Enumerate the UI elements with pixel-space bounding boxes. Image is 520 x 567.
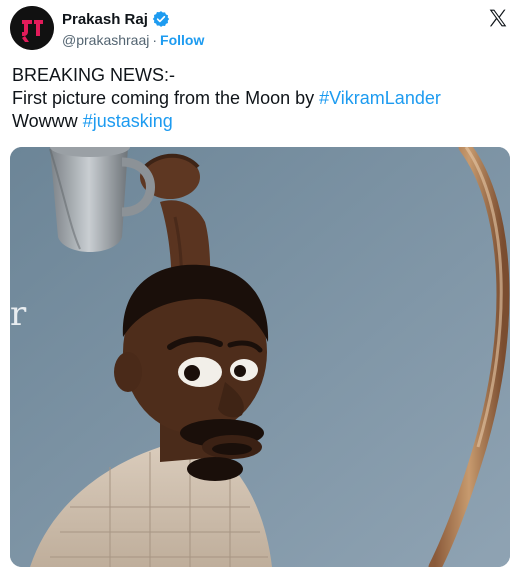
follow-button[interactable]: Follow (160, 32, 204, 48)
tweet-text: BREAKING NEWS:- First picture coming fro… (12, 64, 508, 133)
avatar[interactable] (10, 6, 54, 50)
tweet-header: Prakash Raj @prakashraaj · Follow (0, 0, 520, 60)
author-name[interactable]: Prakash Raj (62, 11, 148, 28)
author-handle[interactable]: @prakashraaj (62, 32, 149, 48)
tweet-line-3-text: Wowww (12, 111, 83, 131)
verified-badge-icon (152, 11, 170, 27)
tweet-image[interactable]: r (10, 147, 510, 567)
tweet-line-2: First picture coming from the Moon by #V… (12, 87, 508, 110)
hashtag-justasking[interactable]: #justasking (83, 111, 173, 131)
separator-dot: · (152, 32, 158, 48)
tweet-line-3: Wowww #justasking (12, 110, 508, 133)
handle-row: @prakashraaj · Follow (62, 32, 204, 48)
hashtag-vikramlander[interactable]: #VikramLander (319, 88, 441, 108)
tweet-line-1: BREAKING NEWS:- (12, 65, 176, 85)
x-logo-icon[interactable] (488, 8, 508, 28)
tweet-line-2-text: First picture coming from the Moon by (12, 88, 320, 108)
cartoon-image: r (10, 147, 510, 567)
partial-text: r (10, 294, 27, 334)
name-row: Prakash Raj (62, 10, 170, 28)
avatar-logo-icon (10, 6, 54, 50)
